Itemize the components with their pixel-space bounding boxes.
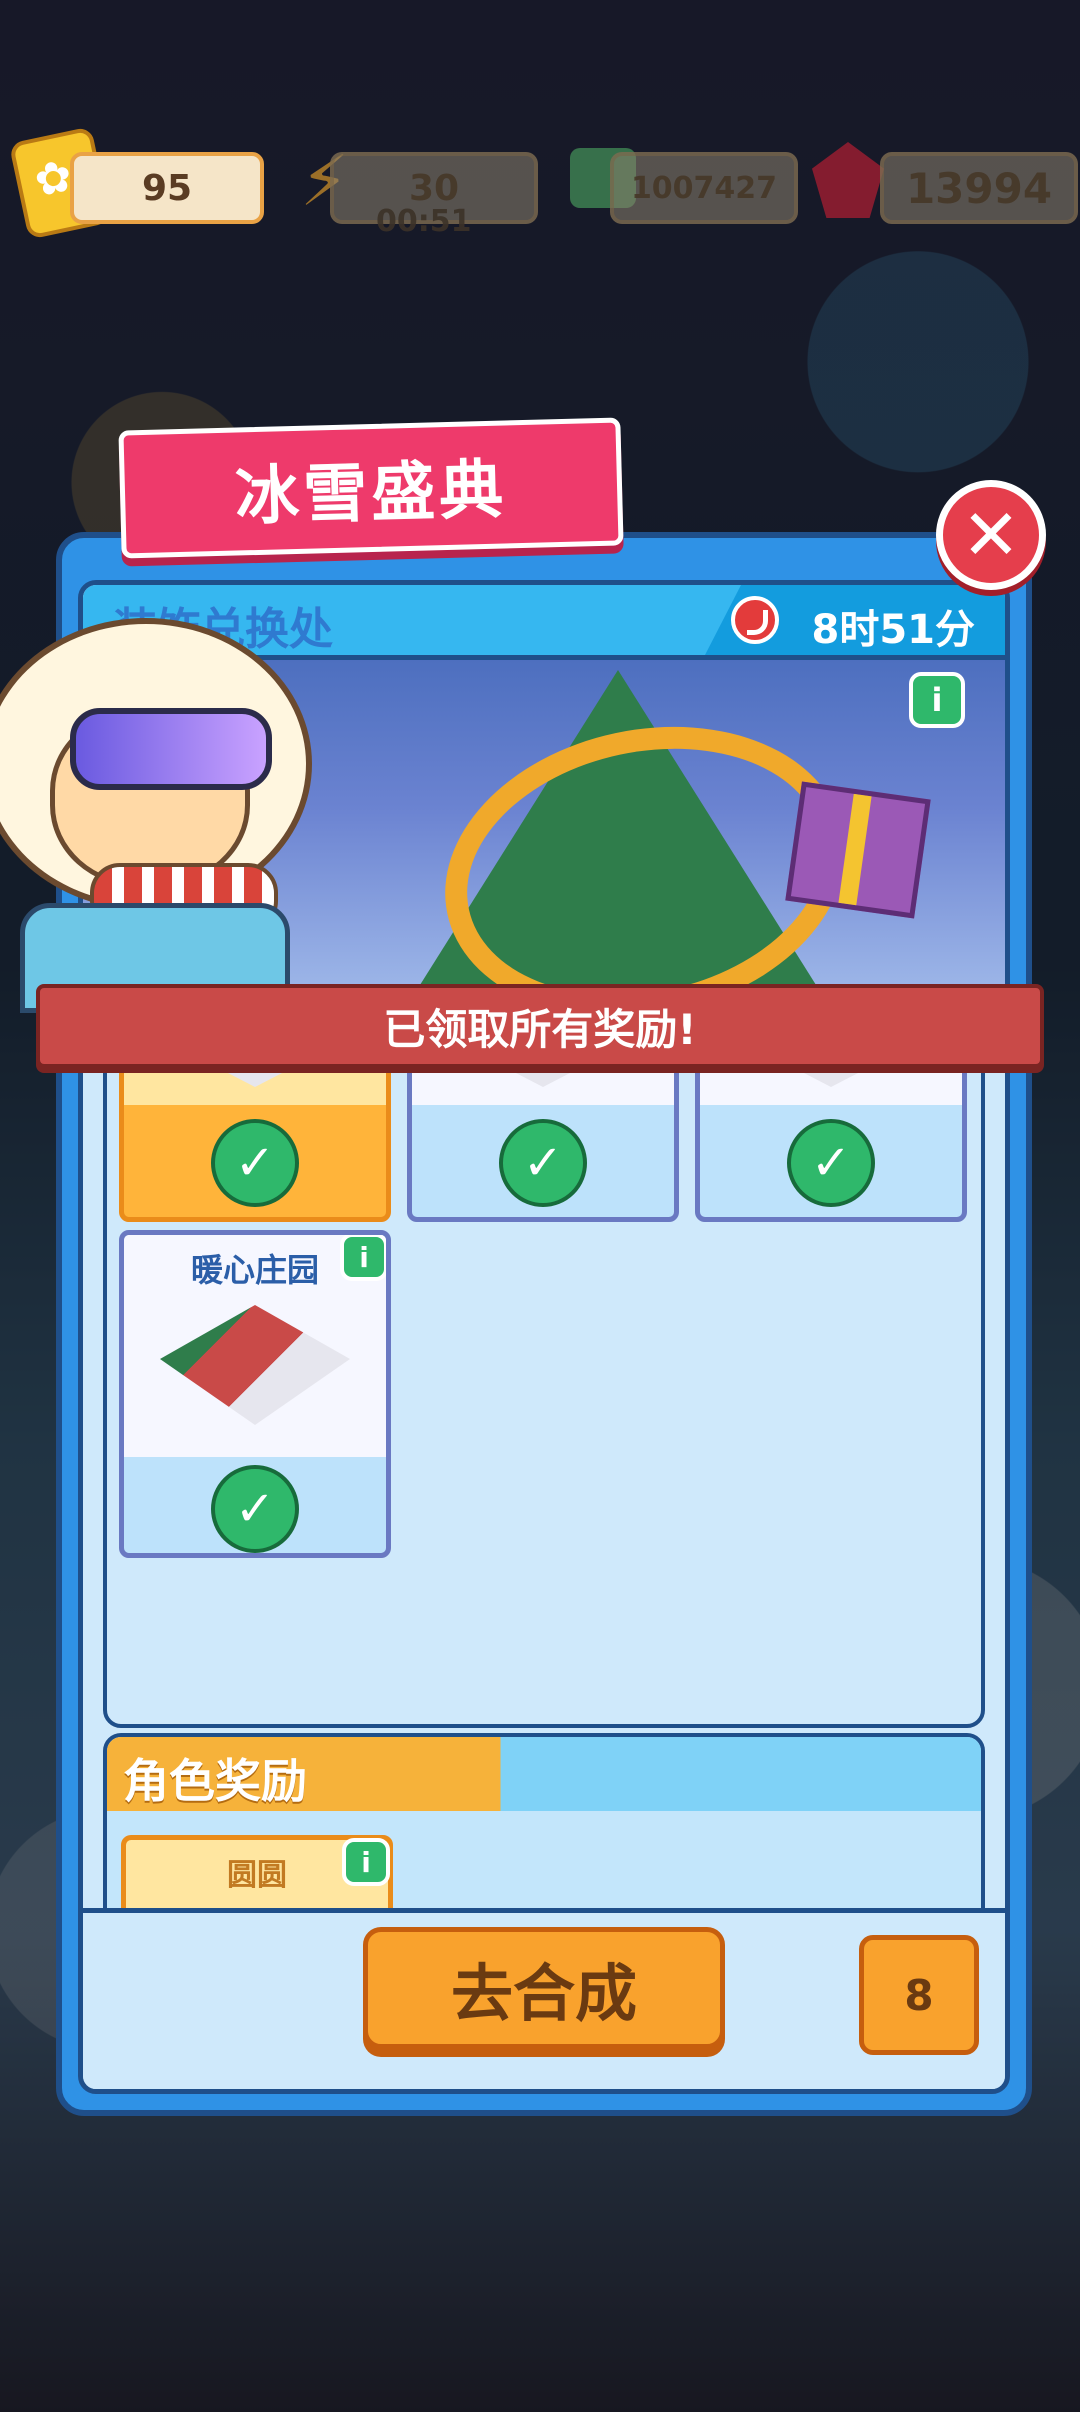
event-title: 冰雪盛典 (118, 417, 624, 559)
card-info-icon[interactable]: i (340, 1235, 386, 1281)
decor-rewards-section: ✓ ✓ ✓ 暖心庄园 i ✓ (83, 990, 1005, 1728)
check-icon: ✓ (787, 1119, 875, 1207)
trophy-button[interactable]: 8 (859, 1935, 979, 2055)
coin-counter: 1007427 (610, 152, 798, 224)
decor-card-4[interactable]: 暖心庄园 i ✓ (119, 1230, 391, 1558)
check-icon: ✓ (499, 1119, 587, 1207)
character-illustration (0, 618, 320, 1013)
trophy-count: 8 (904, 1970, 934, 2020)
gem-counter: 13994 (880, 152, 1078, 224)
check-icon: ✓ (211, 1119, 299, 1207)
gift-box-illustration (785, 781, 931, 919)
close-icon: ✕ (961, 494, 1021, 576)
check-icon: ✓ (211, 1465, 299, 1553)
event-timer: 8时51分 (811, 607, 976, 653)
role-info-icon[interactable]: i (342, 1838, 390, 1886)
role-rewards-title: 角色奖励 (123, 1754, 307, 1808)
bottom-bar: 去合成 8 (83, 1908, 1005, 2089)
go-merge-button[interactable]: 去合成 (363, 1927, 725, 2049)
clock-icon (731, 596, 779, 644)
goggles-illustration (70, 708, 272, 790)
banner-info-icon[interactable]: i (909, 672, 965, 728)
ticket-count: 95 (141, 167, 193, 209)
coin-count: 1007427 (630, 170, 778, 206)
claimed-ribbon: 已领取所有奖励! (36, 984, 1044, 1068)
role-rewards-header: 角色奖励 (107, 1737, 981, 1811)
ticket-counter[interactable]: 95 (70, 152, 264, 224)
close-button[interactable]: ✕ (936, 480, 1046, 590)
energy-count: 30 (408, 167, 460, 209)
gem-count: 13994 (905, 163, 1053, 213)
manor-illustration (160, 1305, 350, 1425)
energy-timer: 00:51 (376, 204, 472, 239)
